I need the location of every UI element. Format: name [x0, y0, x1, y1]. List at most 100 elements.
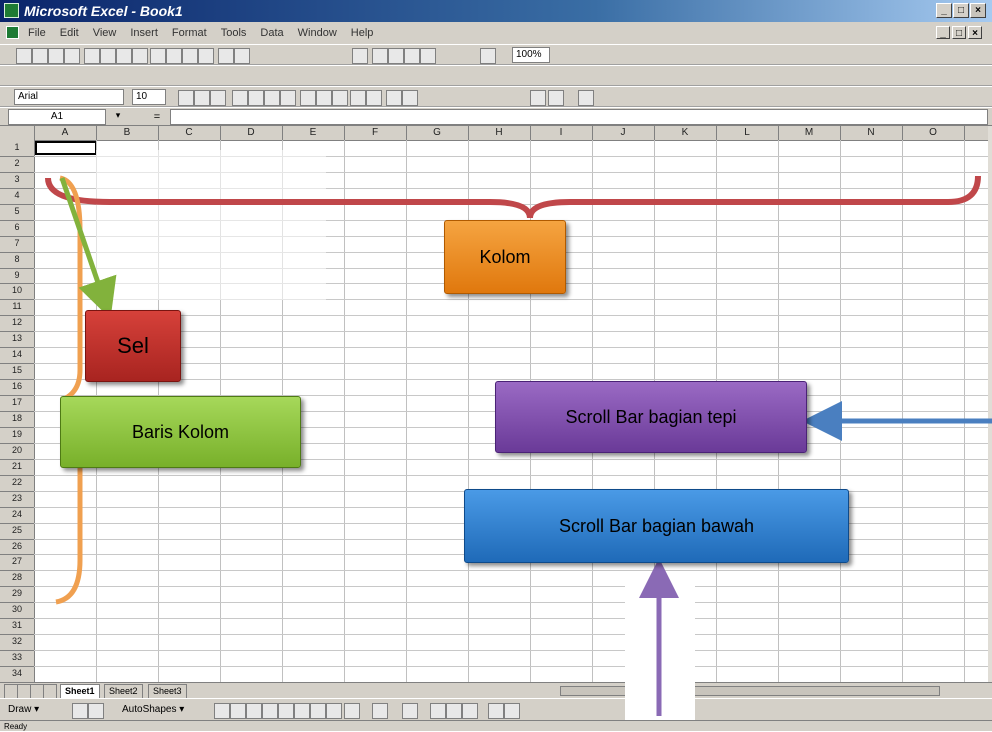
name-box[interactable]: A1 [8, 109, 106, 125]
row-header-3[interactable]: 3 [0, 172, 34, 189]
sheet-tab-sheet2[interactable]: Sheet2 [104, 684, 143, 699]
workbook-icon[interactable] [6, 26, 19, 39]
font-color-icon[interactable] [578, 90, 594, 106]
minimize-button[interactable]: _ [936, 3, 952, 18]
row-header-7[interactable]: 7 [0, 236, 34, 253]
row-header-5[interactable]: 5 [0, 204, 34, 221]
decrease-decimal-icon[interactable] [366, 90, 382, 106]
borders-icon[interactable] [530, 90, 546, 106]
column-header-k[interactable]: K [654, 126, 717, 140]
print-preview-icon[interactable] [100, 48, 116, 64]
autoshapes-button[interactable]: AutoShapes ▾ [122, 699, 184, 721]
active-cell-a1[interactable] [35, 141, 97, 155]
menu-window[interactable]: Window [298, 22, 337, 44]
print-icon[interactable] [84, 48, 100, 64]
column-header-m[interactable]: M [778, 126, 841, 140]
align-left-icon[interactable] [232, 90, 248, 106]
redo-icon[interactable] [234, 48, 250, 64]
menu-view[interactable]: View [93, 22, 117, 44]
save-icon[interactable] [48, 48, 64, 64]
row-header-12[interactable]: 12 [0, 315, 34, 333]
vertical-scrollbar[interactable] [988, 126, 992, 682]
font-name-box[interactable]: Arial [14, 89, 124, 105]
doc-restore-button[interactable]: □ [952, 26, 966, 39]
column-header-d[interactable]: D [220, 126, 283, 140]
row-header-18[interactable]: 18 [0, 411, 34, 428]
row-header-2[interactable]: 2 [0, 156, 34, 173]
row-header-20[interactable]: 20 [0, 443, 34, 460]
row-header-25[interactable]: 25 [0, 523, 34, 540]
underline-icon[interactable] [210, 90, 226, 106]
row-header-17[interactable]: 17 [0, 395, 34, 412]
column-header-n[interactable]: N [840, 126, 903, 140]
doc-close-button[interactable]: × [968, 26, 982, 39]
column-header-b[interactable]: B [96, 126, 159, 140]
column-header-f[interactable]: F [344, 126, 407, 140]
zoom-box[interactable]: 100% [512, 47, 550, 63]
fill-color-draw-icon[interactable] [344, 703, 360, 719]
column-header-a[interactable]: A [34, 126, 97, 140]
maximize-button[interactable]: □ [953, 3, 969, 18]
shadow-icon[interactable] [488, 703, 504, 719]
spelling-icon[interactable] [116, 48, 132, 64]
format-painter-icon[interactable] [198, 48, 214, 64]
close-button[interactable]: × [970, 3, 986, 18]
research-icon[interactable] [132, 48, 148, 64]
row-header-33[interactable]: 33 [0, 650, 34, 668]
3d-icon[interactable] [504, 703, 520, 719]
row-header-9[interactable]: 9 [0, 268, 34, 285]
draw-menu-button[interactable]: Draw ▾ [8, 699, 39, 721]
menu-insert[interactable]: Insert [130, 22, 158, 44]
clip-art-icon[interactable] [310, 703, 326, 719]
rectangle-icon[interactable] [230, 703, 246, 719]
row-header-11[interactable]: 11 [0, 299, 34, 317]
center-icon[interactable] [248, 90, 264, 106]
sort-desc-icon[interactable] [404, 48, 420, 64]
row-header-6[interactable]: 6 [0, 220, 34, 237]
column-header-j[interactable]: J [592, 126, 655, 140]
increase-decimal-icon[interactable] [350, 90, 366, 106]
increase-indent-icon[interactable] [402, 90, 418, 106]
arrow-icon[interactable] [214, 703, 230, 719]
autosum-icon[interactable] [372, 48, 388, 64]
row-header-34[interactable]: 34 [0, 666, 34, 682]
menu-edit[interactable]: Edit [60, 22, 79, 44]
row-header-27[interactable]: 27 [0, 554, 34, 572]
font-color-draw-icon[interactable] [402, 703, 418, 719]
row-header-30[interactable]: 30 [0, 602, 34, 620]
arrow-style-icon[interactable] [462, 703, 478, 719]
row-header-13[interactable]: 13 [0, 331, 34, 349]
textbox-icon[interactable] [262, 703, 278, 719]
oval-icon[interactable] [246, 703, 262, 719]
currency-icon[interactable] [300, 90, 316, 106]
row-header-15[interactable]: 15 [0, 363, 34, 381]
font-size-box[interactable]: 10 [132, 89, 166, 105]
row-header-8[interactable]: 8 [0, 252, 34, 269]
select-objects-icon[interactable] [72, 703, 88, 719]
italic-icon[interactable] [194, 90, 210, 106]
column-header-e[interactable]: E [282, 126, 345, 140]
wordart-icon[interactable] [278, 703, 294, 719]
picture-icon[interactable] [326, 703, 342, 719]
sheet-nav-first-icon[interactable] [4, 684, 18, 699]
formula-input[interactable] [170, 109, 988, 125]
fill-color-icon[interactable] [548, 90, 564, 106]
excel-app-icon[interactable] [4, 3, 19, 18]
row-header-28[interactable]: 28 [0, 570, 34, 588]
column-header-g[interactable]: G [406, 126, 469, 140]
undo-icon[interactable] [218, 48, 234, 64]
chart-wizard-icon[interactable] [420, 48, 436, 64]
sort-asc-icon[interactable] [388, 48, 404, 64]
menu-data[interactable]: Data [260, 22, 283, 44]
percent-icon[interactable] [316, 90, 332, 106]
row-header-24[interactable]: 24 [0, 507, 34, 524]
sheet-nav-prev-icon[interactable] [17, 684, 31, 699]
row-header-14[interactable]: 14 [0, 347, 34, 365]
diagram-icon[interactable] [294, 703, 310, 719]
menu-file[interactable]: File [28, 22, 46, 44]
column-header-i[interactable]: I [530, 126, 593, 140]
open-icon[interactable] [32, 48, 48, 64]
copy-icon[interactable] [166, 48, 182, 64]
column-header-o[interactable]: O [902, 126, 965, 140]
line-color-icon[interactable] [372, 703, 388, 719]
